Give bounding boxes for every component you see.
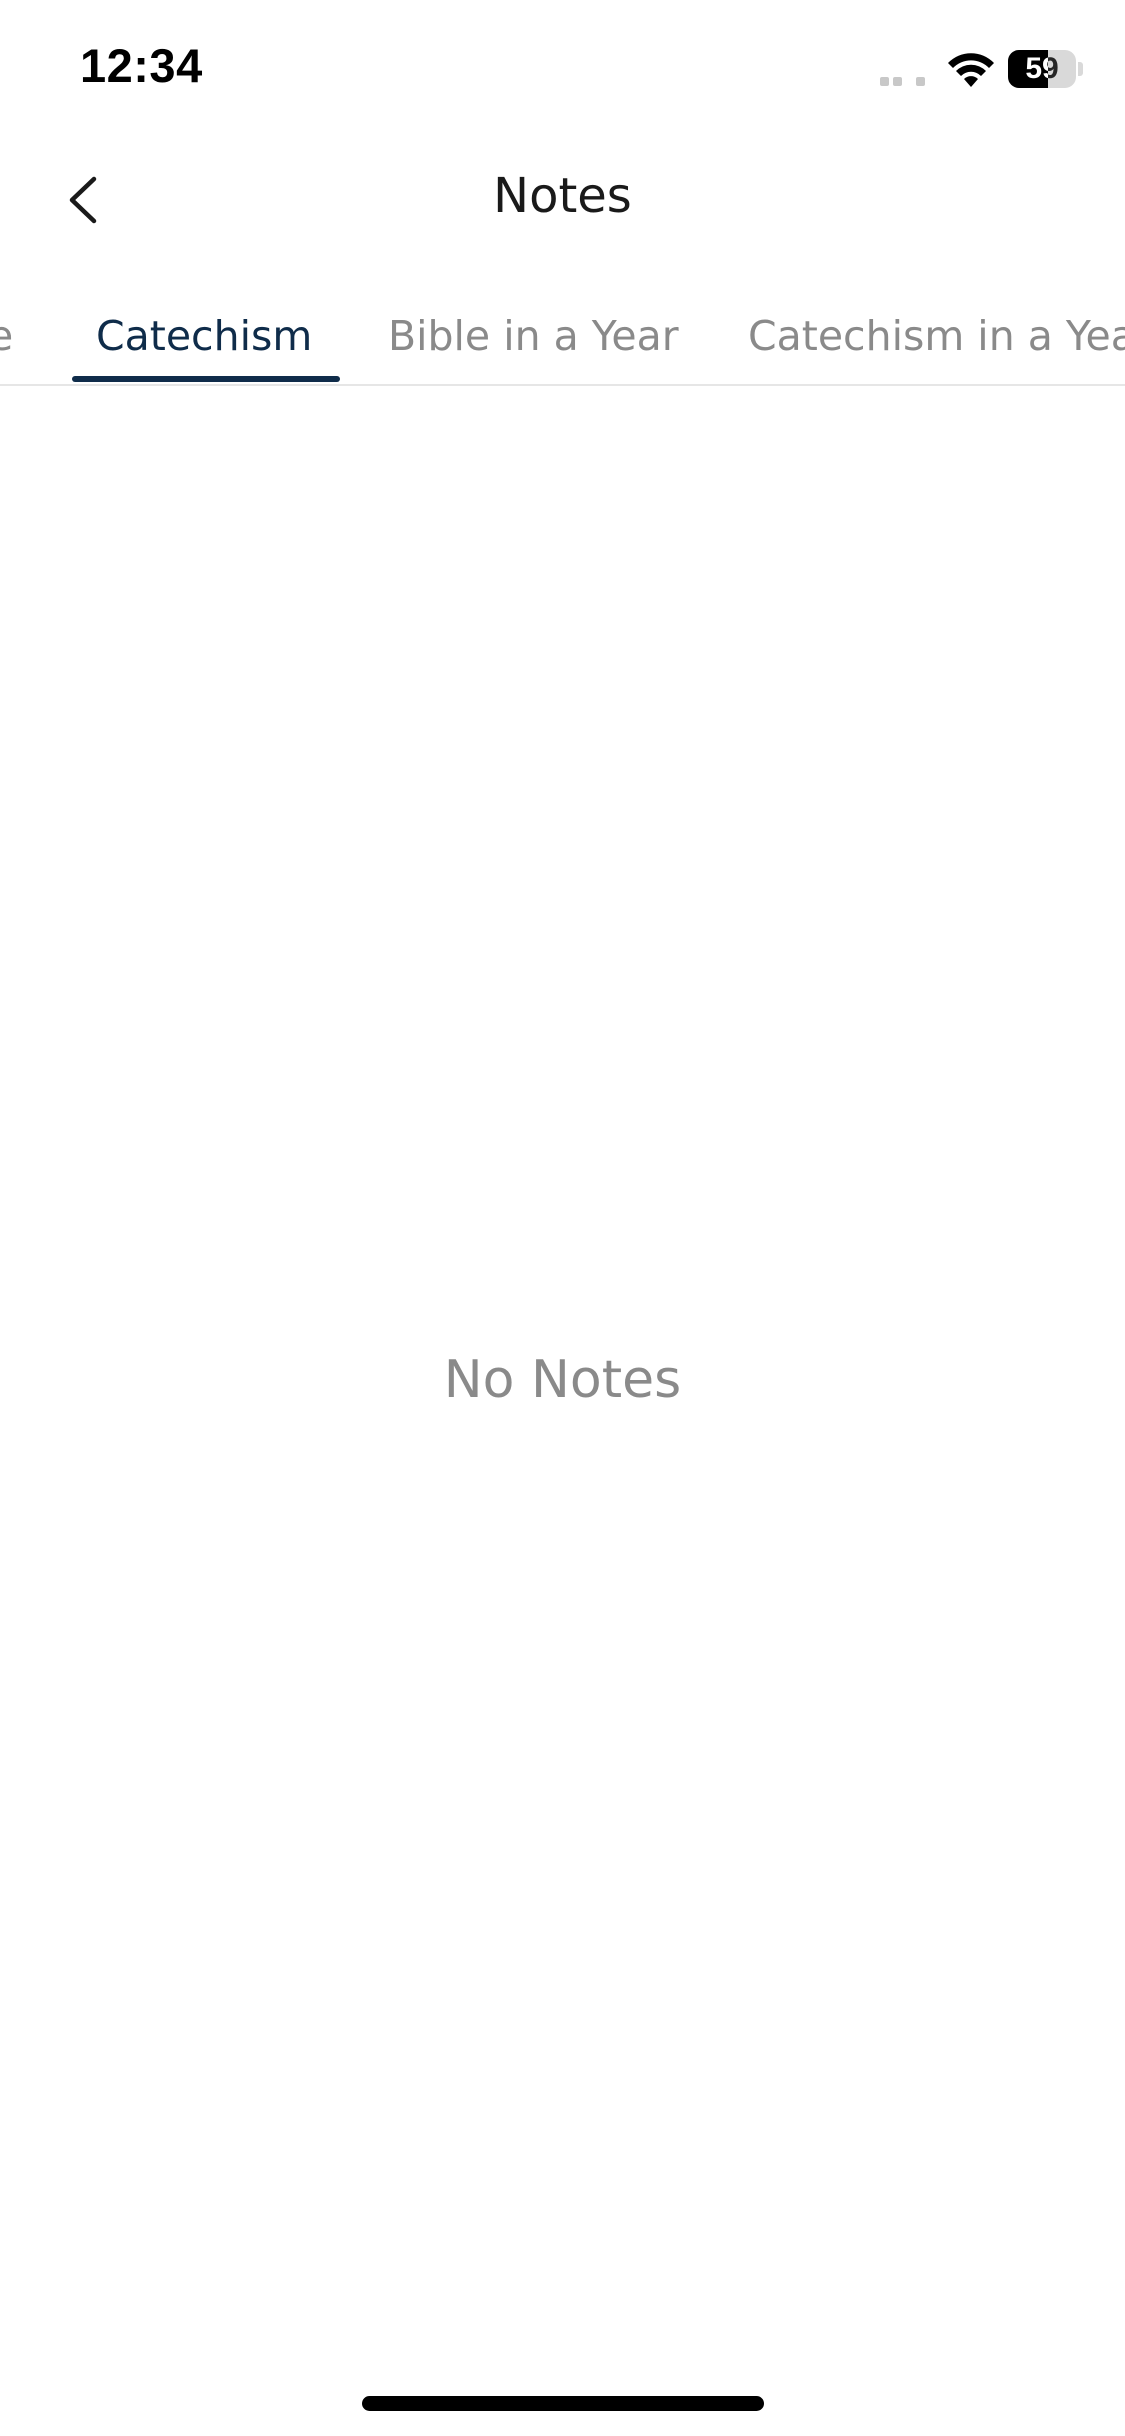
tab-partial-left[interactable]: e [0, 290, 13, 382]
cellular-signal-icon [880, 72, 930, 86]
tab-strip[interactable]: e Catechism Bible in a Year Catechism in… [0, 290, 1125, 386]
active-tab-indicator [72, 376, 340, 382]
navigation-bar: Notes [0, 140, 1125, 260]
tab-catechism-in-a-year[interactable]: Catechism in a Yea [748, 290, 1125, 382]
tab-catechism[interactable]: Catechism [96, 290, 312, 382]
page-title: Notes [493, 168, 632, 224]
empty-state-message: No Notes [443, 1350, 682, 1410]
tab-bible-in-a-year[interactable]: Bible in a Year [388, 290, 679, 382]
battery-cap [1078, 62, 1083, 76]
battery-level-text: 59 [1025, 52, 1059, 85]
status-bar: 12:34 59 [0, 0, 1125, 140]
wifi-icon [946, 50, 996, 88]
battery-icon: 59 [1008, 50, 1076, 88]
home-indicator[interactable] [362, 2396, 764, 2411]
status-time: 12:34 [80, 39, 203, 92]
notes-screen: 12:34 59 Notes e Catec [0, 0, 1125, 2436]
